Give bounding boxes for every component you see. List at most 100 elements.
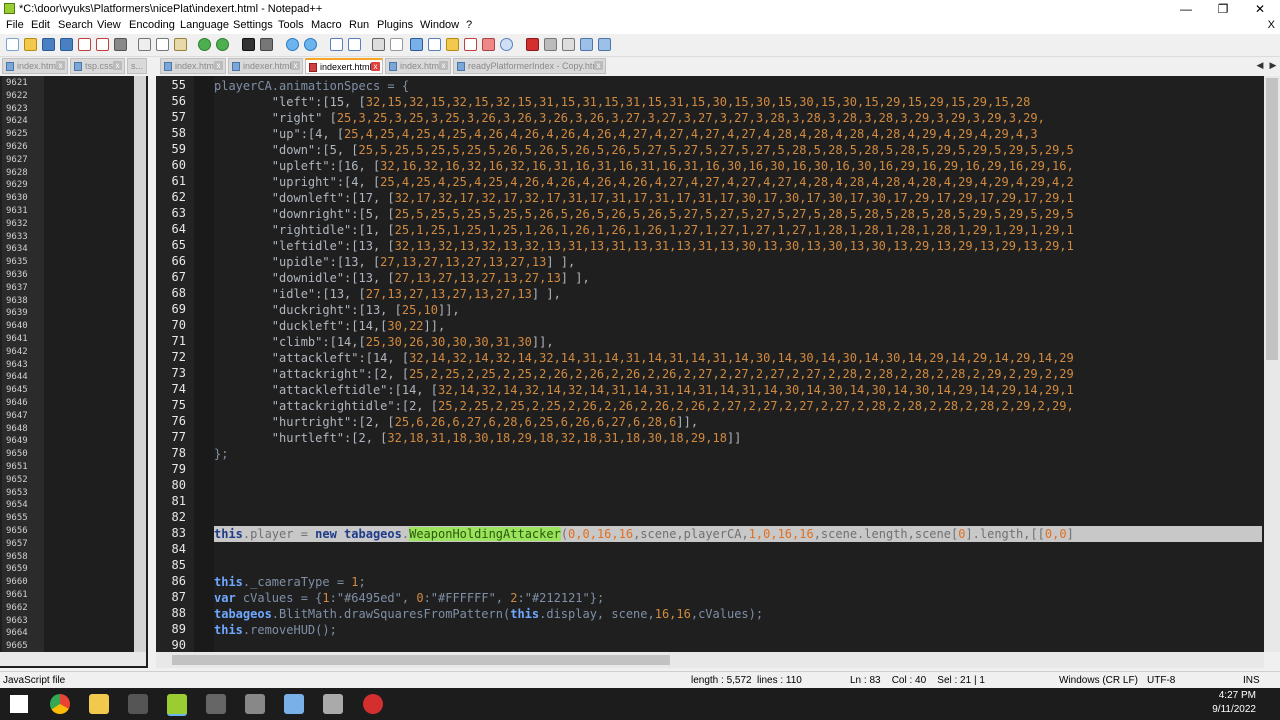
undo-icon[interactable] (198, 38, 211, 51)
code-line[interactable]: "down":[5, [25,5,25,5,25,5,25,5,26,5,26,… (214, 142, 1262, 158)
code-line[interactable] (214, 510, 1262, 526)
close-all-icon[interactable] (96, 38, 109, 51)
code-line[interactable] (214, 478, 1262, 494)
tab-scroll-right-icon[interactable]: ▶ (1267, 59, 1279, 71)
menu-tools[interactable]: Tools (278, 19, 304, 31)
secondary-vertical-scrollbar[interactable] (134, 76, 146, 652)
word-wrap-icon[interactable] (372, 38, 385, 51)
tab-index-html[interactable]: index.html x (160, 58, 226, 74)
vertical-scroll-thumb[interactable] (1266, 78, 1278, 360)
close-document-button[interactable]: X (1268, 19, 1275, 31)
code-line[interactable]: "left":[15, [32,15,32,15,32,15,32,15,31,… (214, 94, 1262, 110)
file-explorer-icon[interactable] (89, 694, 109, 714)
code-line[interactable]: }; (214, 446, 1262, 462)
menu-edit[interactable]: Edit (31, 19, 50, 31)
code-line[interactable]: "attackleft":[14, [32,14,32,14,32,14,32,… (214, 350, 1262, 366)
run-macro-multiple-icon[interactable] (580, 38, 593, 51)
left-tab-more[interactable]: s... (127, 58, 147, 74)
show-all-chars-icon[interactable] (390, 38, 403, 51)
code-line[interactable]: "downidle":[13, [27,13,27,13,27,13,27,13… (214, 270, 1262, 286)
secondary-horizontal-scrollbar[interactable] (0, 652, 146, 666)
menu-settings[interactable]: Settings (233, 19, 273, 31)
menu-macro[interactable]: Macro (311, 19, 342, 31)
windows-start-icon[interactable] (10, 695, 28, 713)
code-line[interactable]: "upidle":[13, [27,13,27,13,27,13,27,13] … (214, 254, 1262, 270)
code-line[interactable]: "rightidle":[1, [25,1,25,1,25,1,25,1,26,… (214, 222, 1262, 238)
code-line[interactable]: "downleft":[17, [32,17,32,17,32,17,32,17… (214, 190, 1262, 206)
save-icon[interactable] (42, 38, 55, 51)
fold-margin[interactable] (194, 76, 214, 652)
menu-file[interactable]: File (6, 19, 24, 31)
tab-close-icon[interactable]: x (439, 61, 448, 70)
tab-close-icon[interactable]: x (594, 61, 603, 70)
app-icon-4[interactable] (284, 694, 304, 714)
app-icon-3[interactable] (245, 694, 265, 714)
notepadpp-taskbar-icon[interactable] (167, 694, 187, 716)
chrome-icon[interactable] (50, 694, 70, 714)
code-line[interactable]: "leftidle":[13, [32,13,32,13,32,13,32,13… (214, 238, 1262, 254)
recorder-icon[interactable] (363, 694, 383, 714)
tab-index-html-2[interactable]: index.html x (385, 58, 451, 74)
code-line[interactable]: "hurtleft":[2, [32,18,31,18,30,18,29,18,… (214, 430, 1262, 446)
left-tab-index[interactable]: index.html x (2, 58, 68, 74)
code-line[interactable]: "duckright":[13, [25,10]], (214, 302, 1262, 318)
menu-window[interactable]: Window (420, 19, 459, 31)
menu-encoding[interactable]: Encoding (129, 19, 175, 31)
zoom-in-icon[interactable] (286, 38, 299, 51)
code-line[interactable]: "climb":[14,[25,30,26,30,30,30,31,30]], (214, 334, 1262, 350)
new-file-icon[interactable] (6, 38, 19, 51)
code-line[interactable]: tabageos.BlitMath.drawSquaresFromPattern… (214, 606, 1262, 622)
current-code-line[interactable]: this.player = new tabageos.WeaponHolding… (214, 526, 1262, 542)
function-list-icon[interactable] (446, 38, 459, 51)
horizontal-scroll-thumb[interactable] (172, 655, 670, 665)
tab-close-icon[interactable]: x (214, 61, 223, 70)
tab-ready-platformer-copy[interactable]: readyPlatformerIndex - Copy.html x (453, 58, 606, 74)
zoom-out-icon[interactable] (304, 38, 317, 51)
view-splitter[interactable] (148, 76, 154, 668)
doc-map-icon[interactable] (428, 38, 441, 51)
code-line[interactable]: "idle":[13, [27,13,27,13,27,13,27,13] ], (214, 286, 1262, 302)
app-icon-2[interactable] (206, 694, 226, 714)
code-line[interactable]: playerCA.animationSpecs = { (214, 78, 1262, 94)
sync-vertical-icon[interactable] (330, 38, 343, 51)
save-all-icon[interactable] (60, 38, 73, 51)
code-line[interactable]: "attackrightidle":[2, [25,2,25,2,25,2,25… (214, 398, 1262, 414)
clock-date[interactable]: 9/11/2022 (1212, 704, 1256, 715)
cut-icon[interactable] (138, 38, 151, 51)
open-file-icon[interactable] (24, 38, 37, 51)
app-icon[interactable] (128, 694, 148, 714)
code-line[interactable]: "downright":[5, [25,5,25,5,25,5,25,5,26,… (214, 206, 1262, 222)
code-line[interactable] (214, 558, 1262, 574)
code-line[interactable] (214, 542, 1262, 558)
menu-run[interactable]: Run (349, 19, 369, 31)
menu-plugins[interactable]: Plugins (377, 19, 413, 31)
copy-icon[interactable] (156, 38, 169, 51)
menu-view[interactable]: View (97, 19, 121, 31)
tab-close-icon[interactable]: x (291, 61, 300, 70)
maximize-button[interactable]: ❐ (1205, 0, 1241, 18)
code-line[interactable]: "up":[4, [25,4,25,4,25,4,25,4,26,4,26,4,… (214, 126, 1262, 142)
code-line[interactable]: "hurtright":[2, [25,6,26,6,27,6,28,6,25,… (214, 414, 1262, 430)
find-icon[interactable] (242, 38, 255, 51)
preview-icon[interactable] (500, 38, 513, 51)
code-line[interactable] (214, 494, 1262, 510)
menu-help[interactable]: ? (466, 19, 472, 31)
play-macro-icon[interactable] (562, 38, 575, 51)
tab-close-icon[interactable]: x (371, 62, 380, 71)
code-line[interactable]: this.removeHUD(); (214, 622, 1262, 638)
left-tab-tsp-css[interactable]: tsp.css x (70, 58, 125, 74)
tab-scroll-left-icon[interactable]: ◀ (1254, 59, 1266, 71)
code-line[interactable]: "upleft":[16, [32,16,32,16,32,16,32,16,3… (214, 158, 1262, 174)
code-line[interactable]: "right" [25,3,25,3,25,3,25,3,26,3,26,3,2… (214, 110, 1262, 126)
close-file-icon[interactable] (78, 38, 91, 51)
code-line[interactable]: "attackleftidle":[14, [32,14,32,14,32,14… (214, 382, 1262, 398)
tab-indexer-html[interactable]: indexer.html x (228, 58, 303, 74)
redo-icon[interactable] (216, 38, 229, 51)
app-icon-5[interactable] (323, 694, 343, 714)
tab-indexert-html[interactable]: indexert.html x (305, 58, 383, 74)
menu-language[interactable]: Language (180, 19, 229, 31)
tab-close-icon[interactable]: x (113, 61, 122, 70)
print-icon[interactable] (114, 38, 127, 51)
code-line[interactable] (214, 462, 1262, 478)
replace-icon[interactable] (260, 38, 273, 51)
